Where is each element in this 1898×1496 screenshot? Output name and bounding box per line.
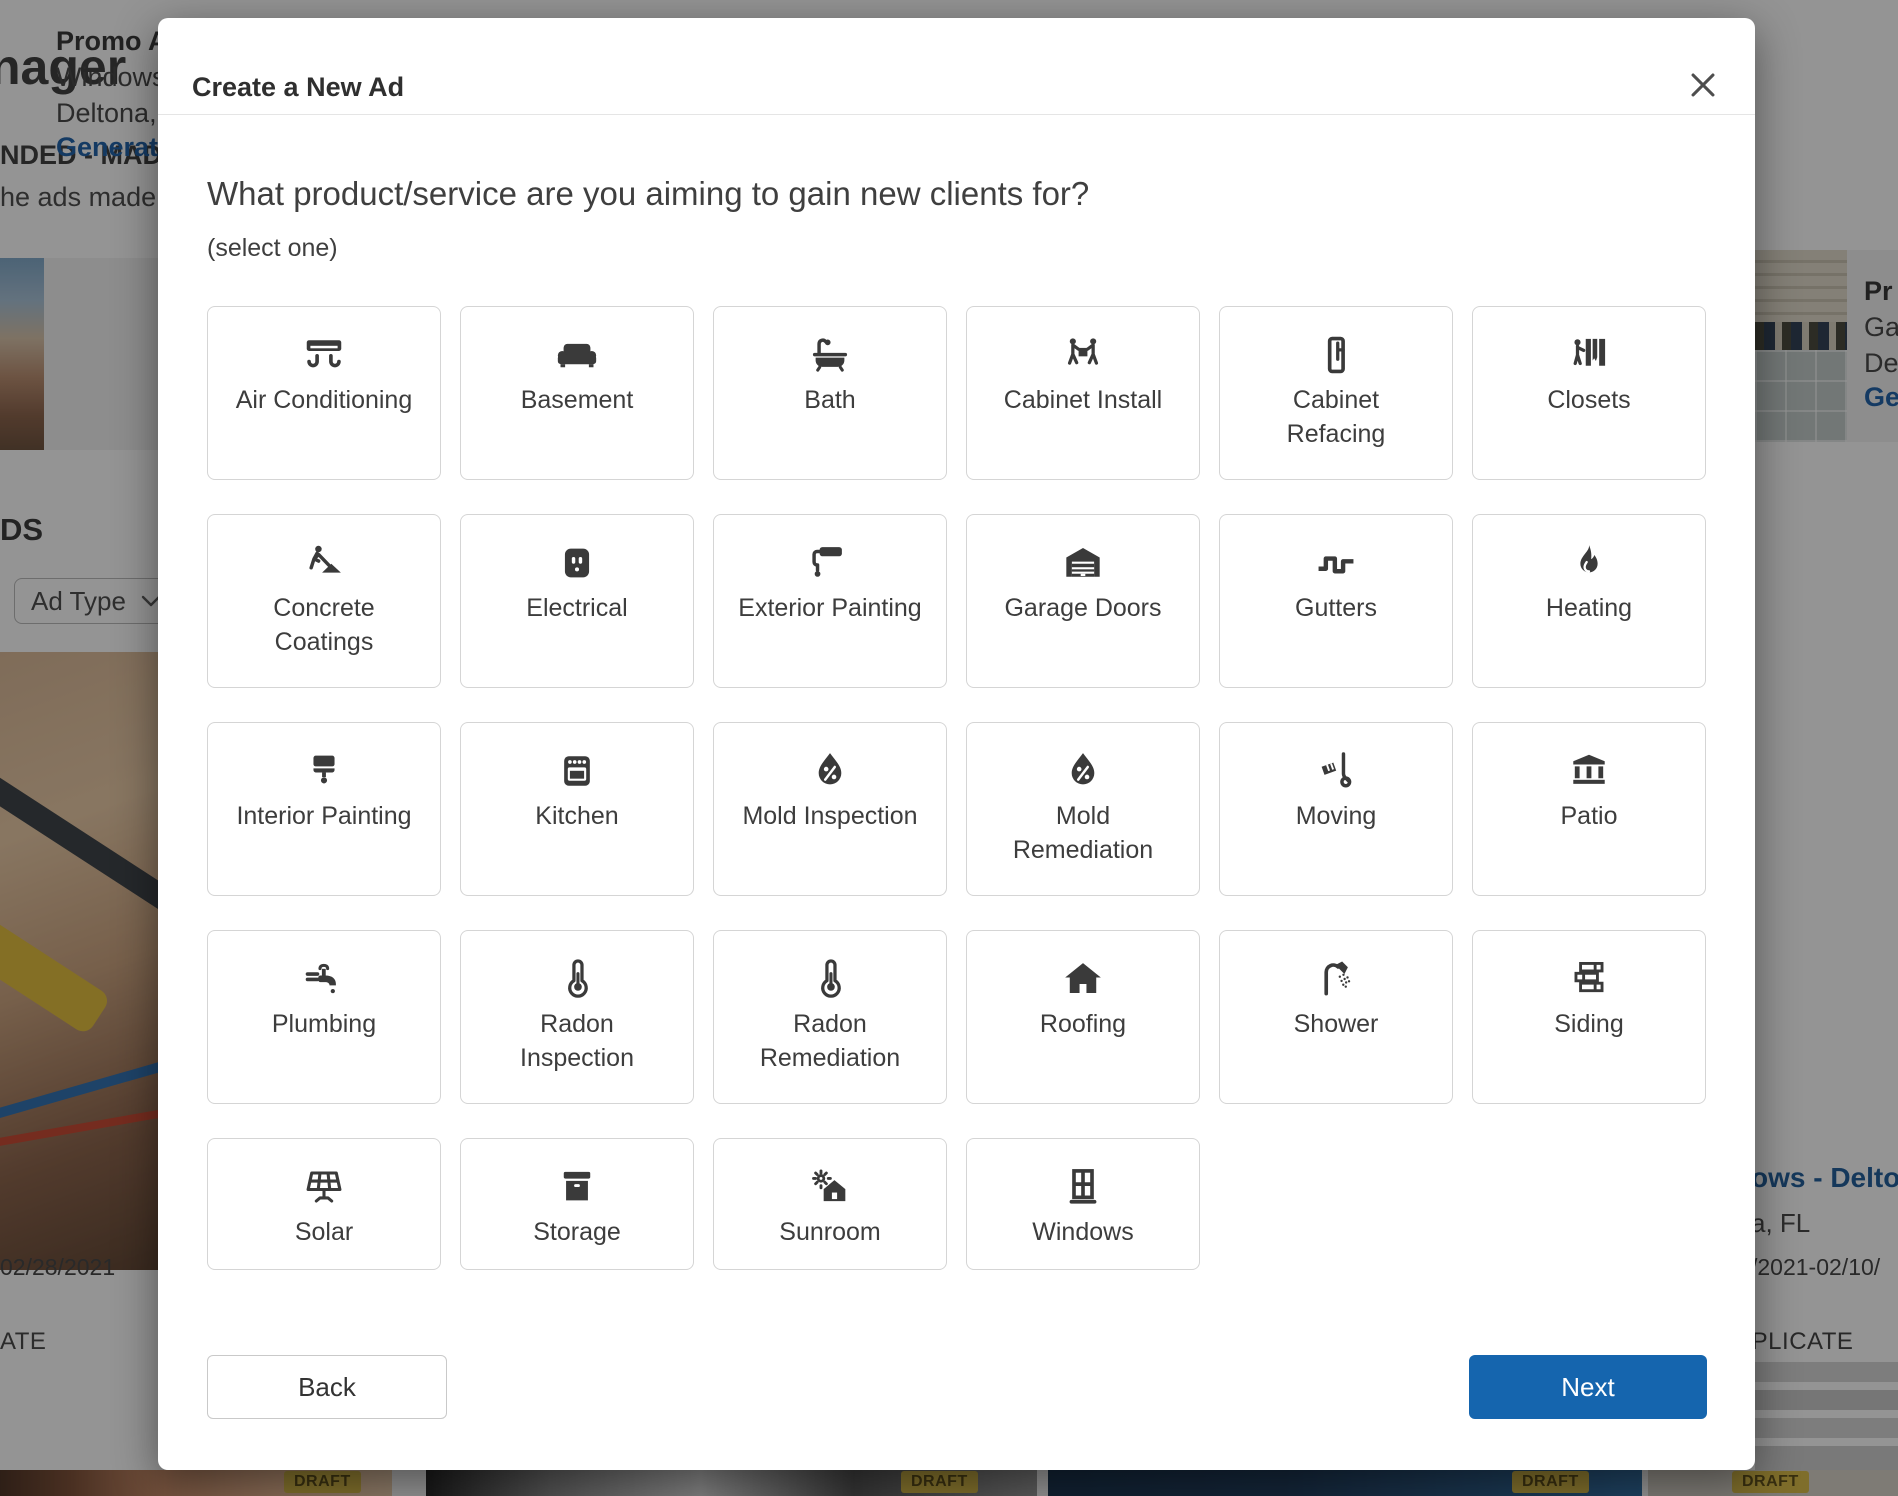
bath-icon: [807, 332, 853, 378]
solar-icon: [301, 1164, 347, 1210]
movers-icon: [1060, 332, 1106, 378]
cabinet-icon: [1313, 332, 1359, 378]
patio-icon: [1566, 748, 1612, 794]
dolly-icon: [1313, 748, 1359, 794]
tile-gutters[interactable]: Gutters: [1219, 514, 1453, 688]
modal-header: Create a New Ad: [158, 18, 1755, 115]
siding-icon: [1566, 956, 1612, 1002]
thermometer-icon: [554, 956, 600, 1002]
mold-icon: [1060, 748, 1106, 794]
tile-shower[interactable]: Shower: [1219, 930, 1453, 1104]
tile-plumbing[interactable]: Plumbing: [207, 930, 441, 1104]
roller-icon: [807, 540, 853, 586]
ac-icon: [301, 332, 347, 378]
flame-icon: [1566, 540, 1612, 586]
tile-radon-inspection[interactable]: Radon Inspection: [460, 930, 694, 1104]
close-button[interactable]: [1681, 64, 1725, 108]
tile-bath[interactable]: Bath: [713, 306, 947, 480]
box-icon: [554, 1164, 600, 1210]
tile-air-conditioning[interactable]: Air Conditioning: [207, 306, 441, 480]
garage-icon: [1060, 540, 1106, 586]
tile-basement[interactable]: Basement: [460, 306, 694, 480]
thermometer-icon: [807, 956, 853, 1002]
closet-icon: [1566, 332, 1612, 378]
tile-windows[interactable]: Windows: [966, 1138, 1200, 1270]
tile-mold-remediation[interactable]: Mold Remediation: [966, 722, 1200, 896]
tile-electrical[interactable]: Electrical: [460, 514, 694, 688]
tile-interior-painting[interactable]: Interior Painting: [207, 722, 441, 896]
tile-exterior-painting[interactable]: Exterior Painting: [713, 514, 947, 688]
tile-moving[interactable]: Moving: [1219, 722, 1453, 896]
brush-icon: [301, 748, 347, 794]
house-icon: [1060, 956, 1106, 1002]
tile-patio[interactable]: Patio: [1472, 722, 1706, 896]
window-icon: [1060, 1164, 1106, 1210]
digger-icon: [301, 540, 347, 586]
sunroom-icon: [807, 1164, 853, 1210]
back-button[interactable]: Back: [207, 1355, 447, 1419]
instruction-text: (select one): [207, 234, 338, 263]
modal-title: Create a New Ad: [192, 72, 404, 103]
tile-radon-remediation[interactable]: Radon Remediation: [713, 930, 947, 1104]
tile-sunroom[interactable]: Sunroom: [713, 1138, 947, 1270]
tile-concrete-coatings[interactable]: Concrete Coatings: [207, 514, 441, 688]
shower-icon: [1313, 956, 1359, 1002]
tile-siding[interactable]: Siding: [1472, 930, 1706, 1104]
close-icon: [1686, 68, 1720, 102]
faucet-icon: [301, 956, 347, 1002]
mold-icon: [807, 748, 853, 794]
outlet-icon: [554, 540, 600, 586]
tile-cabinet-refacing[interactable]: Cabinet Refacing: [1219, 306, 1453, 480]
tile-roofing[interactable]: Roofing: [966, 930, 1200, 1104]
tile-heating[interactable]: Heating: [1472, 514, 1706, 688]
question-text: What product/service are you aiming to g…: [207, 172, 1089, 216]
create-ad-modal: Create a New Ad What product/service are…: [158, 18, 1755, 1470]
couch-icon: [554, 332, 600, 378]
tile-mold-inspection[interactable]: Mold Inspection: [713, 722, 947, 896]
tile-garage-doors[interactable]: Garage Doors: [966, 514, 1200, 688]
service-grid: Air Conditioning Basement Bath Cabinet I…: [207, 306, 1706, 1270]
tile-storage[interactable]: Storage: [460, 1138, 694, 1270]
stove-icon: [554, 748, 600, 794]
tile-solar[interactable]: Solar: [207, 1138, 441, 1270]
gutter-icon: [1313, 540, 1359, 586]
tile-kitchen[interactable]: Kitchen: [460, 722, 694, 896]
tile-cabinet-install[interactable]: Cabinet Install: [966, 306, 1200, 480]
tile-closets[interactable]: Closets: [1472, 306, 1706, 480]
next-button[interactable]: Next: [1469, 1355, 1707, 1419]
